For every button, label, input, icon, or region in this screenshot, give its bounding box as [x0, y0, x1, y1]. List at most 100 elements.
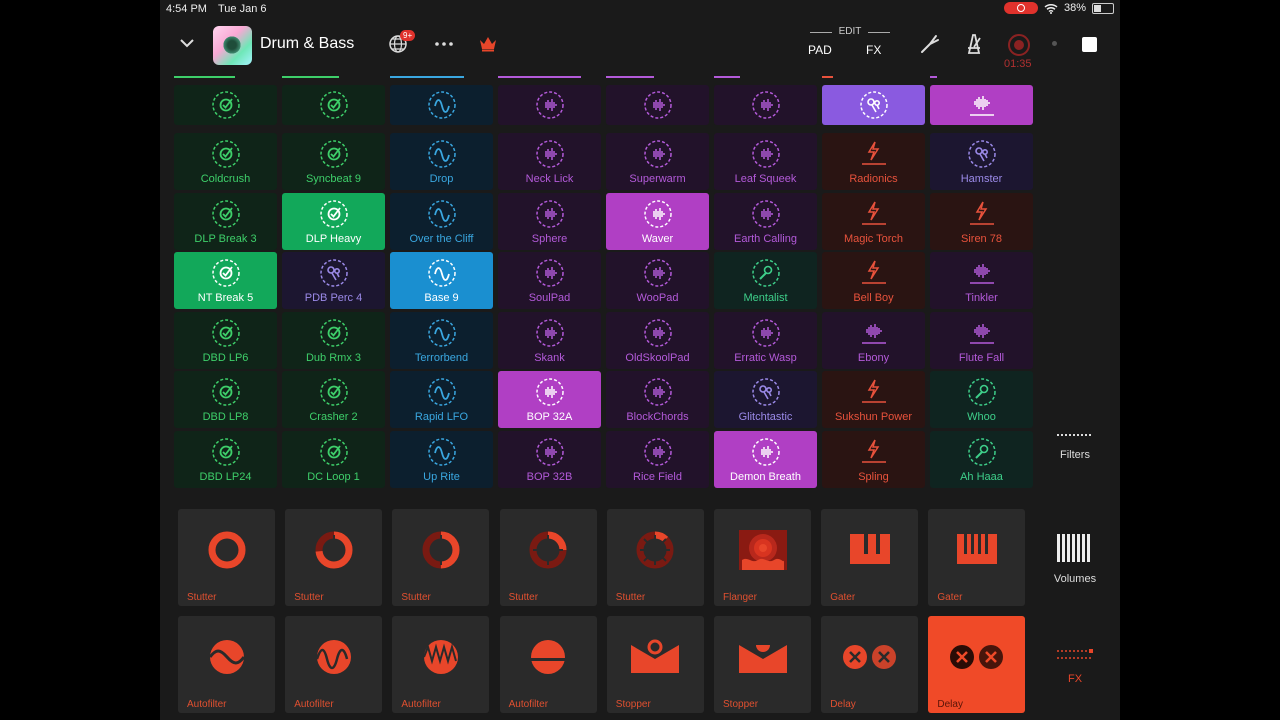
column-header-7[interactable] [822, 85, 925, 125]
loop-cell[interactable]: Over the Cliff [390, 192, 493, 250]
column-header-5[interactable] [606, 85, 709, 125]
loop-cell[interactable]: SoulPad [498, 252, 601, 310]
count-in-indicator [1052, 41, 1057, 46]
fx-pad[interactable]: Stutter [606, 509, 704, 606]
column-header-2[interactable] [282, 85, 385, 125]
session-title[interactable]: Drum & Bass [260, 35, 354, 53]
percussion-icon [319, 259, 348, 287]
loop-cell[interactable]: Flute Fall [930, 311, 1033, 369]
crown-icon[interactable] [478, 36, 498, 52]
fx-pad[interactable]: Gater [821, 509, 919, 606]
synth-wave-icon [643, 378, 672, 407]
column-header-3[interactable] [390, 85, 493, 125]
loop-cell[interactable]: Base 9 [390, 252, 493, 310]
loop-cell[interactable]: BOP 32A [498, 371, 601, 429]
fx-pad[interactable]: Delay [821, 616, 919, 713]
chevron-down-icon[interactable] [178, 34, 196, 52]
fx-pad[interactable]: Autofilter [178, 616, 275, 713]
loop-cell[interactable]: DBD LP24 [174, 431, 277, 488]
tuning-fork-icon[interactable] [918, 32, 942, 56]
loop-cell[interactable]: Terrorbend [390, 311, 493, 369]
loop-cell[interactable]: Siren 78 [930, 192, 1033, 250]
loop-cell[interactable]: OldSkoolPad [606, 311, 709, 369]
fx-pad[interactable]: Flanger [714, 509, 811, 606]
loop-cell[interactable]: WooPad [606, 252, 709, 310]
fx-pad-label: Stopper [723, 699, 759, 710]
fx-pad[interactable]: Gater [928, 509, 1026, 606]
loop-cell[interactable]: BOP 32B [498, 431, 601, 488]
record-time: 01:35 [1004, 58, 1032, 70]
fx-pad[interactable]: Stopper [714, 616, 811, 713]
loop-cell[interactable]: DBD LP6 [174, 311, 277, 369]
loop-cell[interactable]: Glitchtastic [714, 371, 817, 429]
fx-pad[interactable]: Autofilter [499, 616, 597, 713]
loop-cell[interactable]: DBD LP8 [174, 371, 277, 429]
fx-tab[interactable]: FX [1040, 648, 1110, 685]
fx-pad[interactable]: Stutter [285, 509, 383, 606]
loop-cell[interactable]: NT Break 5 [174, 252, 277, 310]
loop-cell[interactable]: Leaf Squeek [714, 133, 817, 190]
loop-cell[interactable]: Tinkler [930, 252, 1033, 310]
loop-cell[interactable]: Earth Calling [714, 192, 817, 250]
loop-cell-label: BlockChords [626, 411, 689, 424]
synth-bars-icon [969, 323, 994, 344]
loop-cell[interactable]: Ebony [822, 311, 925, 369]
loop-cell[interactable]: DLP Break 3 [174, 192, 277, 250]
loop-cell[interactable]: Erratic Wasp [714, 311, 817, 369]
loop-cell[interactable]: Skank [498, 311, 601, 369]
loop-cell[interactable]: Rapid LFO [390, 371, 493, 429]
more-icon[interactable] [434, 34, 454, 54]
loop-cell[interactable]: Neck Lick [498, 133, 601, 190]
fx-edit-button[interactable]: FX [866, 43, 881, 57]
fx-pad[interactable]: Autofilter [285, 616, 383, 713]
loop-cell[interactable]: Crasher 2 [282, 371, 385, 429]
metronome-icon[interactable] [962, 32, 986, 56]
stop-button[interactable] [1082, 37, 1097, 52]
volumes-tab[interactable]: Volumes [1040, 534, 1110, 585]
loop-cell[interactable]: Mentalist [714, 252, 817, 310]
filters-label: Filters [1060, 449, 1090, 461]
loop-cell[interactable]: Whoo [930, 371, 1033, 429]
synth-wave-icon [535, 140, 564, 168]
loop-cell[interactable]: PDB Perc 4 [282, 252, 385, 310]
fx-pad[interactable]: Stutter [499, 509, 597, 606]
loop-cell-label: DLP Heavy [305, 232, 362, 245]
loop-cell[interactable]: Superwarm [606, 133, 709, 190]
album-artwork[interactable] [213, 26, 252, 65]
loop-cell[interactable]: Sphere [498, 192, 601, 250]
loop-cell[interactable]: Rice Field [606, 431, 709, 488]
loop-cell[interactable]: DC Loop 1 [282, 431, 385, 488]
loop-cell[interactable]: Sukshun Power [822, 371, 925, 429]
loop-cell[interactable]: Drop [390, 133, 493, 190]
loop-cell-label: Up Rite [423, 471, 460, 483]
fx-pad[interactable]: Delay [928, 616, 1026, 713]
column-header-4[interactable] [498, 85, 601, 125]
filters-tab[interactable]: Filters [1040, 432, 1110, 461]
column-header-6[interactable] [714, 85, 817, 125]
status-bar: 4:54 PM Tue Jan 6 38% [160, 0, 1120, 18]
loop-cell[interactable]: Demon Breath [714, 431, 817, 488]
loop-cell[interactable]: DLP Heavy [282, 192, 385, 250]
fx-pad[interactable]: Stutter [178, 509, 275, 606]
loop-cell[interactable]: Up Rite [390, 431, 493, 488]
column-header-8[interactable] [930, 85, 1033, 125]
loop-cell[interactable]: Syncbeat 9 [282, 133, 385, 190]
loop-cell[interactable]: Ah Haaa [930, 431, 1033, 488]
loop-cell[interactable]: Spling [822, 431, 925, 488]
loop-cell[interactable]: Magic Torch [822, 192, 925, 250]
fx-pad[interactable]: Stutter [392, 509, 490, 606]
synth-wave-icon [535, 91, 564, 119]
loop-cell[interactable]: Waver [606, 192, 709, 250]
fx-pad[interactable]: Stopper [606, 616, 704, 713]
loop-cell-label: Whoo [967, 411, 996, 424]
fx-pad[interactable]: Autofilter [392, 616, 490, 713]
record-button[interactable] [1008, 34, 1030, 56]
loop-cell[interactable]: Bell Boy [822, 252, 925, 310]
loop-cell[interactable]: Dub Rmx 3 [282, 311, 385, 369]
loop-cell[interactable]: Coldcrush [174, 133, 277, 190]
pad-edit-button[interactable]: PAD [808, 43, 832, 57]
loop-cell[interactable]: Radionics [822, 133, 925, 190]
loop-cell[interactable]: BlockChords [606, 371, 709, 429]
column-header-1[interactable] [174, 85, 277, 125]
loop-cell[interactable]: Hamster [930, 133, 1033, 190]
